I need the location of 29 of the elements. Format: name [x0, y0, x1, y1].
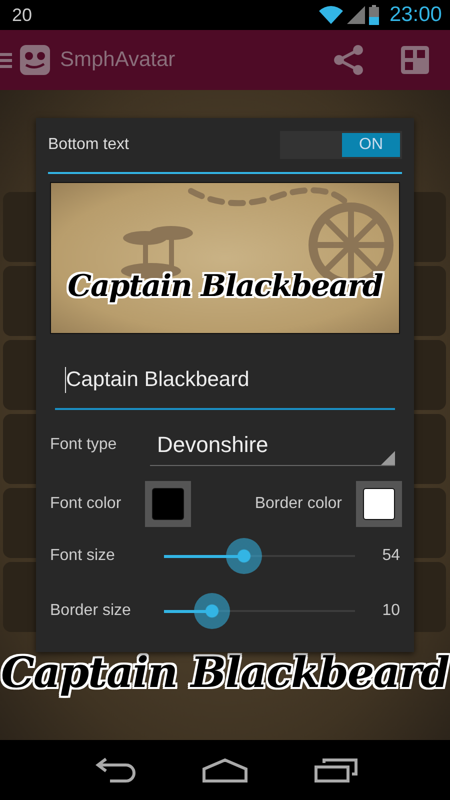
battery-icon [369, 5, 380, 25]
slider-track[interactable] [164, 536, 355, 574]
slider-label: Border size [50, 602, 132, 620]
grid-icon[interactable] [401, 46, 429, 74]
slider-value: 54 [382, 546, 400, 564]
slider-label: Font size [50, 546, 116, 564]
face-logo-icon[interactable] [20, 45, 50, 75]
home-icon[interactable] [200, 757, 249, 783]
color-label: Border color [254, 495, 342, 513]
signal-icon [347, 6, 366, 24]
avatar-caption: Captain Blackbeard [0, 648, 450, 697]
menu-icon[interactable] [0, 52, 12, 68]
font-type-label: Font type [50, 436, 118, 454]
dialog-title: Bottom text [48, 136, 129, 154]
slider-thumb[interactable] [226, 538, 262, 574]
share-icon[interactable] [334, 45, 364, 75]
notification-count: 20 [12, 4, 32, 26]
slider-value: 10 [382, 602, 400, 620]
color-picker-button[interactable] [145, 481, 192, 527]
text-input-field[interactable]: Captain Blackbeard [55, 352, 395, 410]
app-title: SmphAvatar [60, 48, 176, 72]
preview-caption: Captain Blackbeard [66, 269, 384, 304]
color-picker-button[interactable] [356, 481, 402, 527]
slider-thumb[interactable] [194, 592, 230, 628]
color-label: Font color [50, 495, 122, 513]
clock: 23:00 [389, 3, 442, 27]
recents-icon[interactable] [314, 757, 358, 783]
slider-track[interactable] [164, 592, 355, 630]
wifi-icon [319, 6, 344, 24]
